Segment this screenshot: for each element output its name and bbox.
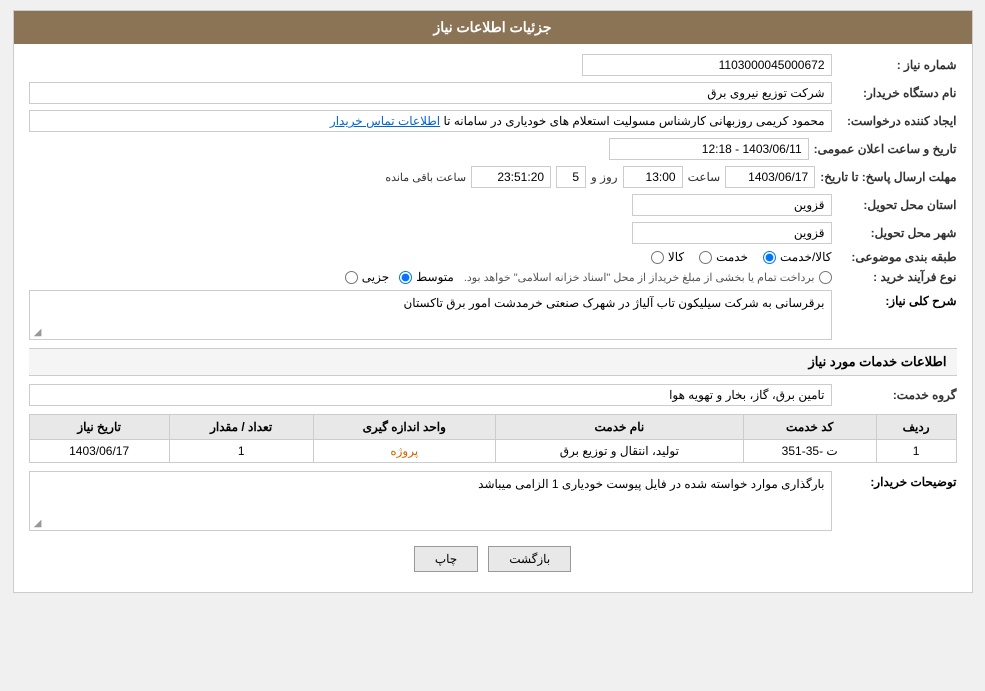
purchase-type-row: نوع فرآیند خرید : جزیی متوسط برداخت تمام…: [29, 270, 957, 284]
category-kala-radio[interactable]: [651, 251, 664, 264]
category-options: کالا خدمت کالا/خدمت: [651, 250, 832, 264]
need-number-value: 1103000045000672: [582, 54, 832, 76]
reply-deadline-label: مهلت ارسال پاسخ: تا تاریخ:: [820, 170, 956, 184]
table-row: 1 ت -35-351 تولید، انتقال و توزیع برق پر…: [29, 440, 956, 463]
cell-date: 1403/06/17: [29, 440, 169, 463]
col-date: تاریخ نیاز: [29, 415, 169, 440]
buyer-org-value: شرکت توزیع نیروی برق: [29, 82, 832, 104]
city-row: شهر محل تحویل: قزوین: [29, 222, 957, 244]
category-label: طبقه بندی موضوعی:: [837, 250, 957, 264]
need-number-label: شماره نیاز :: [837, 58, 957, 72]
description-row: شرح کلی نیاز: برقرسانی به شرکت سیلیکون ت…: [29, 290, 957, 340]
table-header-row: ردیف کد خدمت نام خدمت واحد اندازه گیری ت…: [29, 415, 956, 440]
description-text: برقرسانی به شرکت سیلیکون تاب آلیاژ در شه…: [403, 296, 824, 310]
main-container: جزئیات اطلاعات نیاز شماره نیاز : 1103000…: [13, 10, 973, 593]
province-value: قزوین: [632, 194, 832, 216]
province-row: استان محل تحویل: قزوین: [29, 194, 957, 216]
buyer-notes-resize-handle: ◢: [30, 518, 42, 530]
buyer-notes-row: توضیحات خریدار: بارگذاری موارد خواسته شد…: [29, 471, 957, 531]
province-label: استان محل تحویل:: [837, 198, 957, 212]
requester-row: ایجاد کننده درخواست: محمود کریمی روزبهان…: [29, 110, 957, 132]
cell-service-code: ت -35-351: [743, 440, 876, 463]
print-button[interactable]: چاپ: [414, 546, 478, 572]
back-button[interactable]: بازگشت: [488, 546, 571, 572]
city-label: شهر محل تحویل:: [837, 226, 957, 240]
service-group-value: تامین برق، گاز، بخار و تهویه هوا: [29, 384, 832, 406]
purchase-mottavaset-label: متوسط: [416, 270, 454, 284]
purchase-esnad-radio[interactable]: [819, 271, 832, 284]
description-box-container: برقرسانی به شرکت سیلیکون تاب آلیاژ در شه…: [29, 290, 832, 340]
requester-label: ایجاد کننده درخواست:: [837, 114, 957, 128]
city-value: قزوین: [632, 222, 832, 244]
purchase-type-label: نوع فرآیند خرید :: [837, 270, 957, 284]
need-number-row: شماره نیاز : 1103000045000672: [29, 54, 957, 76]
col-service-code: کد خدمت: [743, 415, 876, 440]
category-khedmat-label: خدمت: [716, 250, 748, 264]
category-row: طبقه بندی موضوعی: کالا خدمت کالا/خدمت: [29, 250, 957, 264]
purchase-mottavaset-radio[interactable]: [399, 271, 412, 284]
announce-row: تاریخ و ساعت اعلان عمومی: 1403/06/11 - 1…: [29, 138, 957, 160]
buyer-notes-text: بارگذاری موارد خواسته شده در فایل پیوست …: [478, 477, 824, 491]
category-khedmat: خدمت: [699, 250, 748, 264]
buyer-notes-label: توضیحات خریدار:: [837, 471, 957, 489]
reply-day-label: روز و: [591, 170, 618, 184]
deadline-row: مهلت ارسال پاسخ: تا تاریخ: 1403/06/17 سا…: [29, 166, 957, 188]
purchase-jozi-radio[interactable]: [345, 271, 358, 284]
announce-value: 1403/06/11 - 12:18: [609, 138, 809, 160]
cell-unit: پروژه: [313, 440, 495, 463]
reply-date: 1403/06/17: [725, 166, 815, 188]
col-rownum: ردیف: [876, 415, 956, 440]
col-unit: واحد اندازه گیری: [313, 415, 495, 440]
services-table-container: ردیف کد خدمت نام خدمت واحد اندازه گیری ت…: [29, 414, 957, 463]
buttons-row: بازگشت چاپ: [29, 546, 957, 572]
announce-label: تاریخ و ساعت اعلان عمومی:: [814, 142, 957, 156]
category-both-radio[interactable]: [763, 251, 776, 264]
service-group-label: گروه خدمت:: [837, 388, 957, 402]
page-header: جزئیات اطلاعات نیاز: [14, 11, 972, 44]
category-kala: کالا: [651, 250, 684, 264]
services-section-title: اطلاعات خدمات مورد نیاز: [29, 348, 957, 376]
description-label: شرح کلی نیاز:: [837, 290, 957, 308]
reply-remaining: 23:51:20: [471, 166, 551, 188]
purchase-options: جزیی متوسط برداخت تمام یا بخشی از مبلغ خ…: [345, 270, 832, 284]
reply-remaining-label: ساعت باقی مانده: [385, 171, 466, 184]
category-khedmat-radio[interactable]: [699, 251, 712, 264]
requester-value: محمود کریمی روزبهانی کارشناس مسولیت استع…: [29, 110, 832, 132]
category-both: کالا/خدمت: [763, 250, 831, 264]
category-kala-label: کالا: [668, 250, 684, 264]
resize-handle: ◢: [30, 327, 42, 339]
col-service-name: نام خدمت: [495, 415, 743, 440]
content-area: شماره نیاز : 1103000045000672 نام دستگاه…: [14, 44, 972, 592]
table-header: ردیف کد خدمت نام خدمت واحد اندازه گیری ت…: [29, 415, 956, 440]
cell-rownum: 1: [876, 440, 956, 463]
services-table: ردیف کد خدمت نام خدمت واحد اندازه گیری ت…: [29, 414, 957, 463]
reply-time-label: ساعت: [688, 170, 721, 184]
reply-days: 5: [556, 166, 586, 188]
cell-quantity: 1: [169, 440, 313, 463]
cell-service-name: تولید، انتقال و توزیع برق: [495, 440, 743, 463]
purchase-jozi: جزیی: [345, 270, 389, 284]
purchase-jozi-label: جزیی: [362, 270, 389, 284]
buyer-org-row: نام دستگاه خریدار: شرکت توزیع نیروی برق: [29, 82, 957, 104]
table-body: 1 ت -35-351 تولید، انتقال و توزیع برق پر…: [29, 440, 956, 463]
purchase-mottavaset: متوسط: [399, 270, 454, 284]
requester-contact-link[interactable]: اطلاعات تماس خریدار: [330, 114, 440, 128]
col-quantity: تعداد / مقدار: [169, 415, 313, 440]
service-group-row: گروه خدمت: تامین برق، گاز، بخار و تهویه …: [29, 384, 957, 406]
reply-time: 13:00: [623, 166, 683, 188]
purchase-esnad-label: برداخت تمام یا بخشی از مبلغ خریداز از مح…: [464, 271, 815, 284]
buyer-notes-box: بارگذاری موارد خواسته شده در فایل پیوست …: [29, 471, 832, 531]
purchase-esnad: برداخت تمام یا بخشی از مبلغ خریداز از مح…: [464, 271, 832, 284]
category-both-label: کالا/خدمت: [780, 250, 831, 264]
requester-text: محمود کریمی روزبهانی کارشناس مسولیت استع…: [443, 114, 824, 128]
page-title: جزئیات اطلاعات نیاز: [433, 19, 551, 35]
buyer-org-label: نام دستگاه خریدار:: [837, 86, 957, 100]
